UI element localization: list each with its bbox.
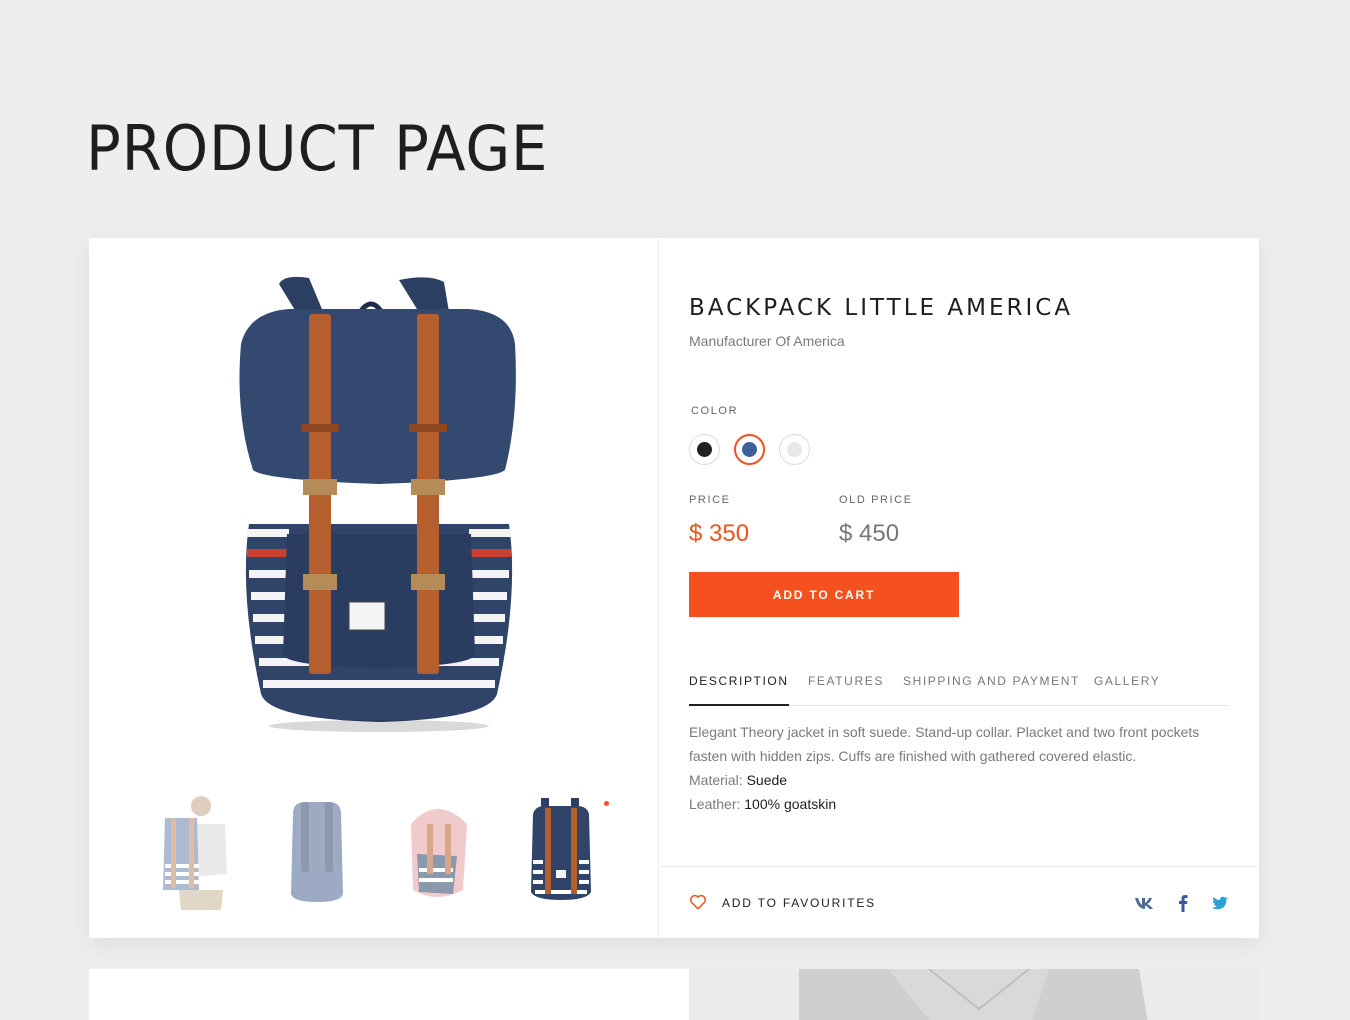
add-to-cart-button[interactable]: ADD TO CART [689, 572, 959, 617]
vk-icon[interactable] [1132, 891, 1156, 915]
next-product-card [89, 969, 1259, 1020]
product-details: BACKPACK LITTLE AMERICA Manufacturer Of … [660, 238, 1259, 938]
product-tabs: DESCRIPTION FEATURES SHIPPING AND PAYMEN… [689, 664, 1229, 706]
thumbnail-person-wearing[interactable] [155, 794, 235, 910]
product-main-image[interactable] [229, 274, 529, 734]
description-panel: Elegant Theory jacket in soft suede. Sta… [689, 720, 1229, 816]
heart-icon [689, 894, 707, 910]
thumbnail-front-view[interactable] [521, 794, 601, 910]
material-row: Material: Suede [689, 768, 1229, 792]
facebook-icon[interactable] [1171, 891, 1195, 915]
thumbnail-strip [149, 794, 619, 914]
price: $ 350 [689, 520, 750, 547]
product-name: BACKPACK LITTLE AMERICA [689, 295, 1074, 321]
person-shirt-image [799, 969, 1148, 1020]
active-thumbnail-indicator [604, 801, 609, 806]
color-label: COLOR [691, 405, 739, 417]
price-label: PRICE [689, 494, 731, 506]
material-label: Material: [689, 772, 743, 788]
page-title: PRODUCT PAGE [86, 112, 549, 185]
thumbnail-back-view[interactable] [277, 794, 357, 910]
color-swatch-black[interactable] [689, 434, 720, 465]
add-to-favourites-label: ADD TO FAVOURITES [722, 896, 876, 910]
material-value: Suede [746, 772, 788, 788]
tab-features[interactable]: FEATURES [808, 674, 884, 706]
leather-value: 100% goatskin [744, 796, 837, 812]
color-swatch-blue[interactable] [734, 434, 765, 465]
description-text: Elegant Theory jacket in soft suede. Sta… [689, 724, 1200, 764]
tab-description[interactable]: DESCRIPTION [689, 674, 789, 706]
tab-gallery[interactable]: GALLERY [1094, 674, 1160, 706]
leather-label: Leather: [689, 796, 741, 812]
next-product-image [689, 969, 1259, 1020]
color-swatch-white[interactable] [779, 434, 810, 465]
product-card: BACKPACK LITTLE AMERICA Manufacturer Of … [89, 238, 1259, 938]
product-gallery [89, 238, 659, 938]
twitter-icon[interactable] [1208, 891, 1232, 915]
leather-row: Leather: 100% goatskin [689, 792, 1229, 816]
old-price: $ 450 [839, 520, 900, 547]
tab-shipping-and-payment[interactable]: SHIPPING AND PAYMENT [903, 674, 1080, 706]
card-footer: ADD TO FAVOURITES [660, 866, 1259, 938]
thumbnail-open-view[interactable] [397, 794, 477, 910]
old-price-label: OLD PRICE [839, 494, 913, 506]
manufacturer: Manufacturer Of America [689, 333, 845, 349]
